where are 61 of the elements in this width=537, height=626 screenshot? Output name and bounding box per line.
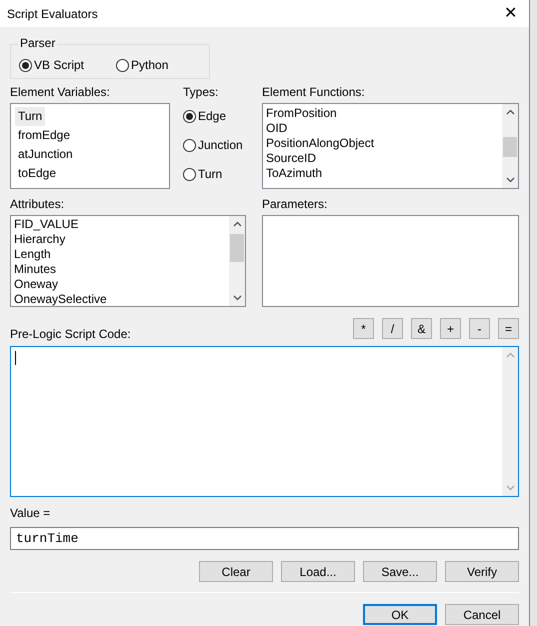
field-label: Element Variables: [10, 85, 111, 99]
radio-option[interactable]: Turn [183, 165, 262, 183]
radio-button[interactable] [183, 110, 196, 122]
functions-list[interactable]: FromPosition OID PositionAlongObject SourceID ToAzimuth [262, 103, 519, 189]
radio-button[interactable] [183, 138, 196, 152]
operator-button[interactable]: = [498, 318, 519, 339]
list-item[interactable]: OID [266, 121, 502, 136]
radio-option[interactable]: VB Script [19, 56, 84, 74]
radio-button[interactable] [116, 58, 130, 72]
action-button[interactable]: Clear [199, 561, 273, 582]
field-label: Types: [183, 85, 220, 99]
operator-button[interactable]: + [440, 318, 461, 339]
list-item[interactable]: ToAzimuth [266, 166, 502, 181]
field-label: Value = [10, 506, 52, 520]
dialog-button[interactable]: OK [363, 604, 437, 625]
scroll-down-icon[interactable] [506, 177, 514, 183]
field-label: Element Functions: [262, 85, 366, 99]
close-button[interactable]: ✕ [504, 6, 517, 22]
dialog-button[interactable]: Cancel [445, 604, 519, 625]
radio-button[interactable] [19, 58, 32, 72]
group-label: Parser [18, 36, 58, 50]
text-cursor [15, 351, 16, 365]
scrollbar[interactable] [229, 216, 245, 306]
list-item[interactable]: FID_VALUE [14, 217, 229, 232]
field-label: Parameters: [262, 197, 328, 211]
list-item[interactable]: SourceID [266, 151, 502, 166]
radio-option[interactable]: Junction [183, 136, 262, 154]
value-field[interactable]: turnTime [10, 527, 519, 550]
scroll-up-icon[interactable] [232, 221, 242, 227]
operator-button[interactable]: * [353, 318, 374, 339]
list-item[interactable]: PositionAlongObject [266, 136, 502, 151]
scroll-thumb[interactable] [230, 234, 244, 262]
scroll-down-icon[interactable] [232, 295, 242, 301]
operator-button[interactable]: - [469, 318, 490, 339]
list-item[interactable]: atJunction [15, 145, 76, 164]
scroll-up-icon[interactable] [506, 109, 514, 115]
list-item[interactable]: Hierarchy [14, 232, 229, 247]
list-item[interactable]: Oneway [14, 277, 229, 292]
radio-option[interactable]: Edge [183, 107, 262, 125]
field-label: Pre-Logic Script Code: [10, 327, 131, 341]
field-label: Attributes: [10, 197, 66, 211]
scroll-thumb[interactable] [503, 137, 517, 157]
list-item[interactable]: Length [14, 247, 229, 262]
action-button[interactable]: Verify [445, 561, 519, 582]
scrollbar[interactable] [502, 104, 518, 188]
action-button[interactable]: Load... [281, 561, 355, 582]
attributes-list[interactable]: FID_VALUE Hierarchy Length Minutes Oneway OnewaySelective [10, 215, 246, 307]
operator-button[interactable]: / [382, 318, 403, 339]
variables-list[interactable]: Turn fromEdge atJunction toEdge [10, 103, 170, 189]
action-button[interactable]: Save... [363, 561, 437, 582]
list-item[interactable]: FromPosition [266, 106, 502, 121]
list-item[interactable]: toEdge [15, 164, 60, 183]
radio-option[interactable]: Python [116, 56, 168, 74]
window-title: Script Evaluators [7, 6, 98, 22]
operator-button[interactable]: & [411, 318, 432, 339]
list-item[interactable]: OnewaySelective [14, 292, 229, 307]
parameters-list[interactable] [262, 215, 519, 307]
radio-button[interactable] [183, 168, 196, 180]
list-item[interactable]: fromEdge [15, 126, 74, 145]
list-item[interactable]: Turn [15, 107, 46, 126]
list-item[interactable]: Minutes [14, 262, 229, 277]
